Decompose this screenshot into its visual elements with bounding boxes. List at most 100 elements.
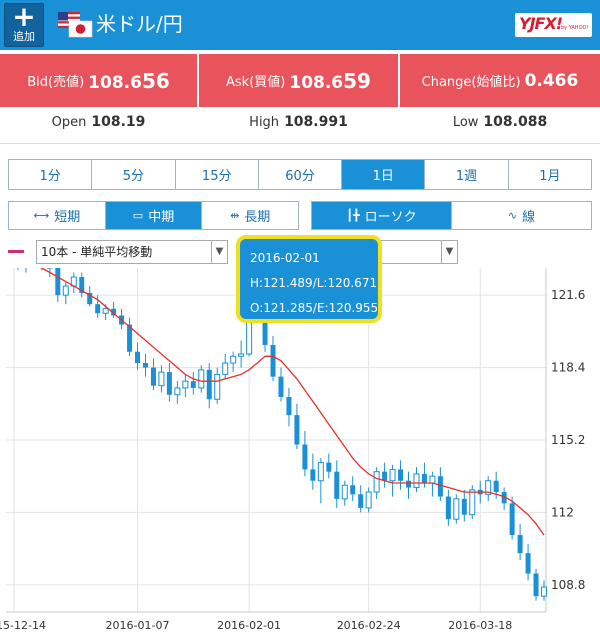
candle-body (341, 484, 348, 500)
yjfx-logo: YJFX! by YAHOO! (515, 13, 592, 37)
long-term-icon: ⇹ (230, 209, 240, 222)
candle-body (389, 468, 396, 482)
x-tick-label: 2016-01-07 (106, 619, 170, 632)
change-cell: Change(始値比) 0.466 (400, 54, 600, 107)
candle-body (182, 380, 189, 389)
candle-body (413, 473, 420, 489)
candle-body (334, 471, 340, 499)
candle-body (406, 480, 412, 488)
change-value: 0.466 (524, 70, 579, 91)
short-term-icon: ⟷ (33, 209, 50, 222)
ma1-select[interactable]: 10本 - 単純平均移動 ▼ (36, 240, 228, 264)
chevron-down-icon: ▼ (211, 241, 227, 263)
candle-body (429, 475, 436, 484)
candle-body (174, 387, 181, 396)
candle-body (382, 471, 388, 481)
candle-tooltip: 2016-02-01 H:121.489/L:120.671 O:121.285… (236, 235, 382, 323)
chevron-down-icon: ▼ (441, 241, 457, 263)
candle-body (62, 285, 69, 296)
jp-flag-icon (68, 20, 93, 38)
candle-body (541, 586, 547, 597)
tab-1week[interactable]: 1週 (425, 160, 509, 189)
candle-body (158, 371, 165, 387)
candle-body (278, 376, 284, 397)
currency-flags (58, 12, 93, 38)
candle-body (102, 308, 109, 314)
candle-body (222, 362, 229, 375)
x-tick-label: 2016-02-24 (337, 619, 401, 632)
tooltip-date: 2016-02-01 (250, 251, 320, 265)
app-window: + 追加 米ドル/円 YJFX! by YAHOO! Bid(売値) 108.6… (0, 0, 600, 638)
high-label: High (249, 114, 280, 130)
x-tick-label: 2016-03-18 (448, 619, 512, 632)
candle-body (326, 462, 332, 472)
tooltip-open-end: O:121.285/E:120.955 (250, 301, 379, 315)
candle-body (166, 372, 172, 395)
pair-title: 米ドル/円 (96, 12, 183, 36)
candle-body (365, 491, 372, 509)
candle-body (206, 369, 212, 400)
candle-body (493, 480, 499, 493)
candle-body (469, 489, 476, 516)
candle-body (317, 462, 324, 482)
tab-short-term[interactable]: ⟷ 短期 (9, 202, 106, 229)
y-tick-label: 115.2 (551, 433, 585, 447)
candle-body (190, 381, 196, 388)
tab-line[interactable]: ∿ 線 (452, 202, 591, 229)
candle-body (95, 304, 101, 314)
candle-body (55, 268, 61, 296)
candle-body (421, 473, 427, 483)
candle-body (525, 553, 531, 574)
high-value: 108.991 (284, 114, 348, 130)
logo-text: YJFX! (519, 14, 563, 33)
candle-body (294, 415, 300, 445)
tooltip-high-low: H:121.489/L:120.671 (250, 276, 378, 290)
candle-body (150, 367, 156, 386)
term-tabs: ⟷ 短期 ▭ 中期 ⇹ 長期 (8, 201, 299, 230)
open-label: Open (51, 114, 87, 130)
candle-body (453, 498, 460, 520)
tab-1min[interactable]: 1分 (9, 160, 93, 189)
candle-body (373, 471, 380, 493)
x-tick-label: 2015-12-14 (0, 619, 46, 632)
bid-value: 108.656 (88, 68, 170, 93)
y-tick-label: 112 (551, 505, 574, 519)
ask-value: 108.659 (289, 68, 371, 93)
candle-body (358, 494, 364, 508)
ask-label: Ask(買値) (226, 75, 286, 90)
low-stat: Low 108.088 (400, 107, 600, 137)
tab-mid-term[interactable]: ▭ 中期 (105, 202, 203, 229)
tab-60min[interactable]: 60分 (258, 160, 343, 189)
candle-body (302, 444, 308, 470)
tab-1day[interactable]: 1日 (342, 160, 426, 189)
price-chart[interactable]: 121.6 118.4 115.2 112 108.8 2015-12-14 2016-01… (0, 268, 600, 638)
bid-cell[interactable]: Bid(売値) 108.656 (0, 54, 197, 107)
candle-body (286, 397, 292, 416)
low-value: 108.088 (483, 114, 548, 130)
tab-5min[interactable]: 5分 (92, 160, 176, 189)
change-label: Change(始値比) (421, 75, 521, 90)
line-chart-icon: ∿ (507, 209, 518, 222)
candle-body (509, 503, 515, 536)
candle-body (310, 469, 316, 481)
candle-body (445, 496, 451, 520)
divider (0, 143, 600, 144)
tab-1month[interactable]: 1月 (508, 160, 591, 189)
add-button[interactable]: + 追加 (4, 3, 44, 47)
mid-term-icon: ▭ (132, 209, 144, 222)
candle-body (142, 363, 148, 368)
tab-long-term[interactable]: ⇹ 長期 (202, 202, 299, 229)
y-tick-label: 108.8 (551, 578, 585, 592)
candle-body (198, 369, 205, 389)
timeframe-tabs: 1分 5分 15分 60分 1日 1週 1月 (8, 159, 592, 190)
plus-icon: + (12, 0, 36, 33)
candle-body (135, 351, 141, 364)
tab-candlestick[interactable]: ┃╋ ローソク (312, 202, 452, 229)
candle-body (398, 469, 404, 481)
bid-label: Bid(売値) (27, 75, 85, 90)
candle-body (270, 344, 276, 377)
tab-15min[interactable]: 15分 (175, 160, 259, 189)
ask-cell[interactable]: Ask(買値) 108.659 (199, 54, 398, 107)
candle-body (238, 353, 245, 357)
candle-body (350, 485, 356, 495)
